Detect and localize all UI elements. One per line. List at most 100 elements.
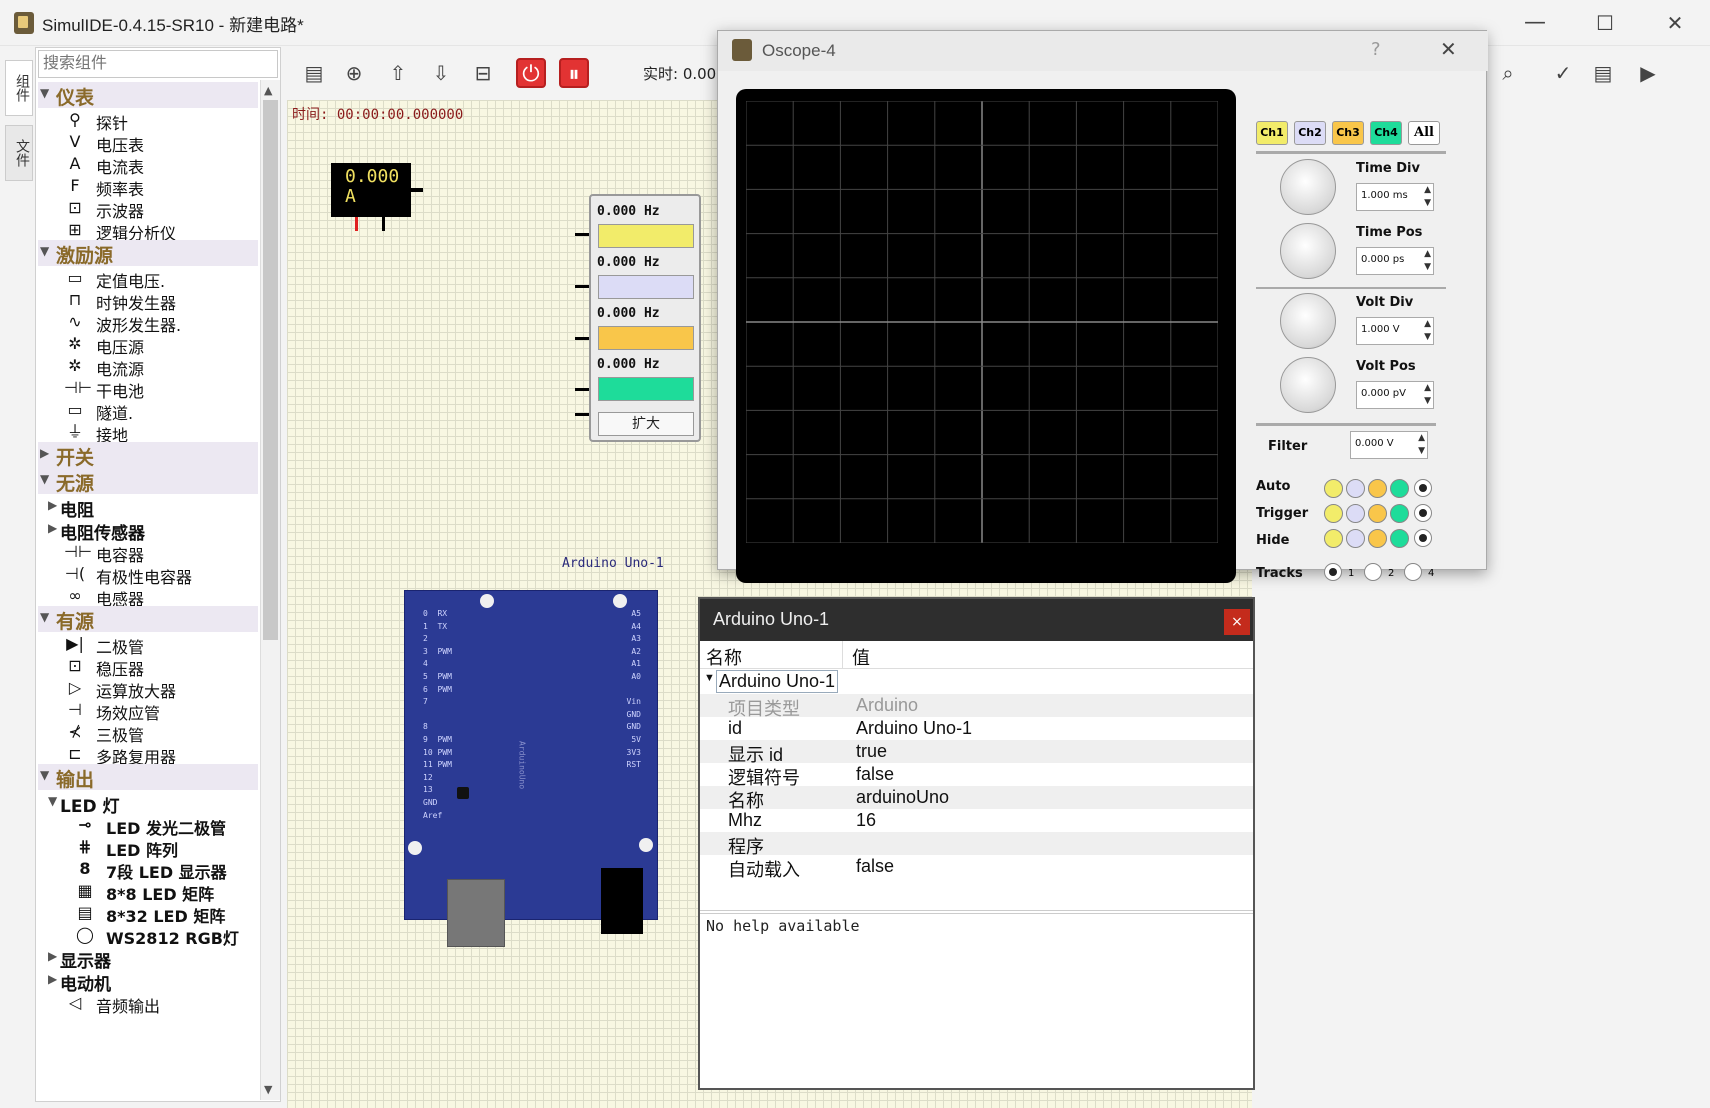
- spin-arrows-icon[interactable]: ▲ ▼: [1424, 382, 1431, 408]
- properties-titlebar[interactable]: Arduino Uno-1 ×: [700, 599, 1253, 641]
- volt-pos-spinbox[interactable]: 0.000 pV ▲ ▼: [1356, 381, 1434, 409]
- open-icon[interactable]: ⇧: [383, 58, 413, 88]
- freq-pin-5[interactable]: [575, 413, 589, 416]
- zoom-fit-icon[interactable]: ⌕: [1493, 58, 1523, 88]
- component-item[interactable]: ▭ 定值电压.: [38, 266, 258, 291]
- minimize-button[interactable]: —: [1512, 8, 1558, 38]
- property-value[interactable]: false: [856, 856, 894, 877]
- arduino-uno-board[interactable]: 0 RX 1 TX 2 3 PWM 4 5 PWM 6 PWM 7 8 9 PW…: [404, 590, 658, 947]
- component-item[interactable]: 8 7段 LED 显示器: [38, 857, 258, 882]
- component-item[interactable]: ∿ 波形发生器.: [38, 310, 258, 335]
- splitter[interactable]: [700, 910, 1253, 914]
- time-div-spinbox[interactable]: 1.000 ms ▲ ▼: [1356, 183, 1434, 211]
- component-item[interactable]: ⊡ 稳压器: [38, 654, 258, 679]
- subcategory-19[interactable]: ▶ 电阻传感器: [38, 517, 258, 544]
- category-23[interactable]: ▼ 有源: [38, 606, 258, 633]
- ammeter-pin-black[interactable]: [382, 217, 385, 231]
- ammeter[interactable]: 0.000 A: [331, 163, 411, 217]
- tracks-radio-2[interactable]: [1364, 563, 1382, 581]
- channel-toggle-dot[interactable]: [1324, 504, 1343, 523]
- property-value[interactable]: true: [856, 741, 887, 762]
- component-item[interactable]: ⊣⊢ 电容器: [38, 540, 258, 565]
- help-button[interactable]: ?: [1371, 39, 1381, 60]
- tracks-radio-4[interactable]: [1404, 563, 1422, 581]
- new-circuit-icon[interactable]: ⊕: [339, 58, 369, 88]
- property-row[interactable]: 显示 id true: [700, 740, 1253, 765]
- spin-arrows-icon[interactable]: ▲ ▼: [1418, 432, 1425, 458]
- component-item[interactable]: ▤ 8*32 LED 矩阵: [38, 901, 258, 926]
- property-row[interactable]: 程序: [700, 832, 1253, 857]
- expand-arrow-icon[interactable]: ▶: [48, 498, 57, 512]
- component-item[interactable]: ⋕ LED 阵列: [38, 835, 258, 860]
- expand-button[interactable]: 扩大: [598, 412, 694, 436]
- all-button[interactable]: All: [1408, 121, 1440, 145]
- save-icon[interactable]: ⇩: [426, 58, 456, 88]
- channel-toggle-dot[interactable]: [1390, 504, 1409, 523]
- tracks-radio-1[interactable]: [1324, 563, 1342, 581]
- tab-files[interactable]: 文件: [5, 125, 33, 181]
- component-item[interactable]: ▷ 运算放大器: [38, 676, 258, 701]
- check-icon[interactable]: ✓: [1548, 58, 1578, 88]
- expand-arrow-icon[interactable]: ▶: [48, 521, 57, 535]
- property-value[interactable]: 16: [856, 810, 876, 831]
- property-row[interactable]: 逻辑符号 false: [700, 763, 1253, 788]
- property-value[interactable]: Arduino Uno-1: [856, 718, 972, 739]
- scroll-up-icon[interactable]: ▲: [264, 84, 272, 97]
- component-item[interactable]: ◯ WS2812 RGB灯: [38, 923, 258, 948]
- expand-arrow-icon[interactable]: ▶: [48, 972, 57, 986]
- property-row[interactable]: 项目类型 Arduino: [700, 694, 1253, 719]
- property-row[interactable]: Mhz 16: [700, 809, 1253, 834]
- component-item[interactable]: ⊸ LED 发光二极管: [38, 813, 258, 838]
- component-item[interactable]: ⊣⊢ 干电池: [38, 376, 258, 401]
- power-icon[interactable]: ⏻: [516, 58, 546, 88]
- spin-arrows-icon[interactable]: ▲ ▼: [1424, 318, 1431, 344]
- property-value[interactable]: arduinoUno: [856, 787, 949, 808]
- ch4-button[interactable]: Ch4: [1370, 121, 1402, 145]
- category-0[interactable]: ▼ 仪表: [38, 82, 258, 109]
- oscope-titlebar[interactable]: Oscope-4 ? ✕: [718, 31, 1488, 71]
- oscope-close-button[interactable]: ✕: [1440, 37, 1457, 61]
- channel-toggle-dot[interactable]: [1346, 479, 1365, 498]
- all-toggle-radio[interactable]: [1414, 504, 1432, 522]
- volt-pos-knob[interactable]: [1280, 357, 1336, 413]
- list-icon[interactable]: ▤: [1588, 58, 1618, 88]
- component-item[interactable]: ⊣ 场效应管: [38, 698, 258, 723]
- time-div-knob[interactable]: [1280, 159, 1336, 215]
- component-item[interactable]: ▦ 8*8 LED 矩阵: [38, 879, 258, 904]
- expand-arrow-icon[interactable]: ▼: [40, 244, 49, 258]
- subcategory-31[interactable]: ▼ LED 灯: [38, 790, 258, 817]
- ch3-button[interactable]: Ch3: [1332, 121, 1364, 145]
- category-30[interactable]: ▼ 输出: [38, 764, 258, 791]
- component-item[interactable]: A 电流表: [38, 152, 258, 177]
- spin-arrows-icon[interactable]: ▲ ▼: [1424, 248, 1431, 274]
- subcategory-38[interactable]: ▶ 显示器: [38, 945, 258, 972]
- time-pos-spinbox[interactable]: 0.000 ps ▲ ▼: [1356, 247, 1434, 275]
- properties-close-button[interactable]: ×: [1224, 609, 1250, 635]
- all-toggle-radio[interactable]: [1414, 479, 1432, 497]
- expand-arrow-icon[interactable]: ▶: [40, 446, 49, 460]
- group-row[interactable]: ▼ Arduino Uno-1: [700, 669, 1253, 694]
- ammeter-output-pin[interactable]: [411, 188, 423, 192]
- component-item[interactable]: ▭ 隧道.: [38, 398, 258, 423]
- component-item[interactable]: ✲ 电流源: [38, 354, 258, 379]
- ch1-button[interactable]: Ch1: [1256, 121, 1288, 145]
- expand-arrow-icon[interactable]: ▼: [40, 610, 49, 624]
- collapse-arrow-icon[interactable]: ▼: [704, 672, 715, 684]
- tab-components[interactable]: 组件: [5, 60, 33, 116]
- property-row[interactable]: 名称 arduinoUno: [700, 786, 1253, 811]
- property-row[interactable]: 自动载入 false: [700, 855, 1253, 880]
- component-item[interactable]: ⊡ 示波器: [38, 196, 258, 221]
- component-item[interactable]: ⊞ 逻辑分析仪: [38, 218, 258, 243]
- category-17[interactable]: ▼ 无源: [38, 468, 258, 495]
- subcategory-18[interactable]: ▶ 电阻: [38, 494, 258, 521]
- component-item[interactable]: ⊓ 时钟发生器: [38, 288, 258, 313]
- frequency-meter[interactable]: 0.000 Hz 0.000 Hz 0.000 Hz 0.000 Hz 扩大: [589, 194, 701, 442]
- channel-toggle-dot[interactable]: [1368, 529, 1387, 548]
- property-value[interactable]: false: [856, 764, 894, 785]
- channel-toggle-dot[interactable]: [1390, 529, 1409, 548]
- volt-div-knob[interactable]: [1280, 293, 1336, 349]
- all-toggle-radio[interactable]: [1414, 529, 1432, 547]
- property-row[interactable]: id Arduino Uno-1: [700, 717, 1253, 742]
- property-value[interactable]: Arduino: [856, 695, 918, 716]
- spin-arrows-icon[interactable]: ▲ ▼: [1424, 184, 1431, 210]
